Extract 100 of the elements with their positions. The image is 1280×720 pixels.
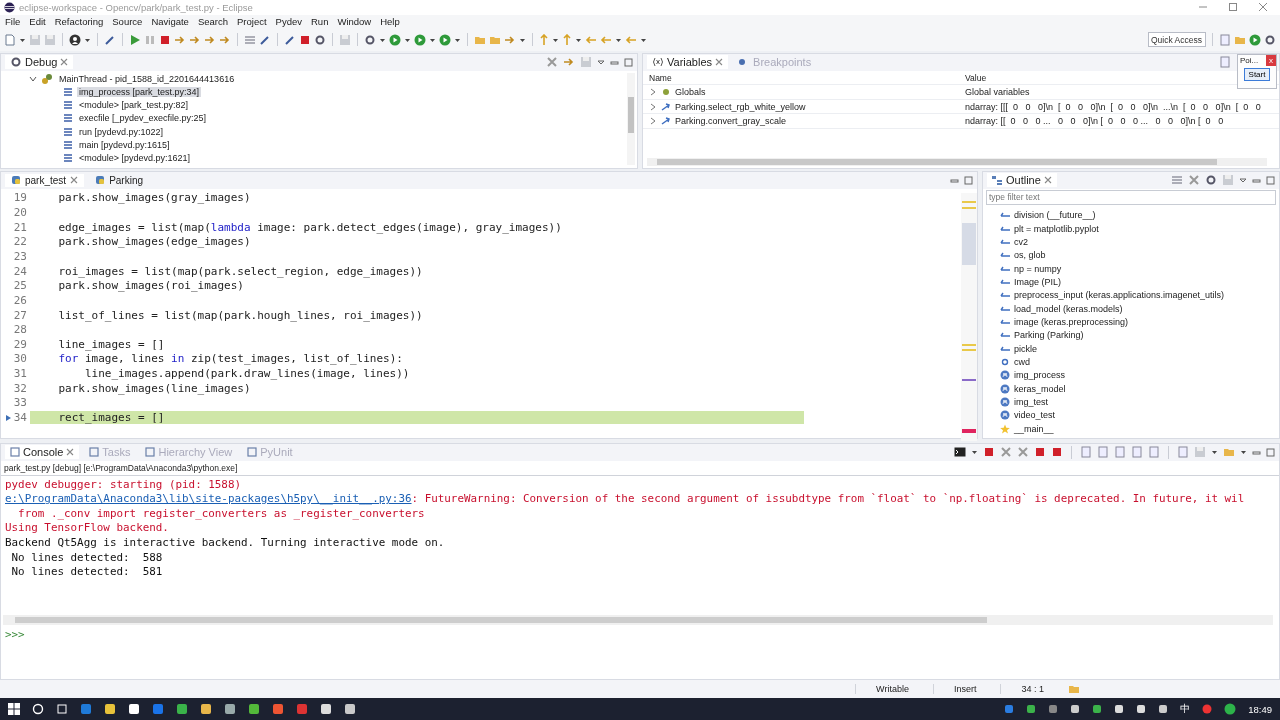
filter-field[interactable]: type filter text bbox=[986, 189, 1276, 205]
outline-item[interactable]: plt = matplotlib.pyplot bbox=[1014, 223, 1099, 234]
app-icon[interactable] bbox=[104, 703, 116, 715]
close-icon[interactable] bbox=[715, 58, 724, 67]
stack-frame[interactable]: <module> [pydevd.py:1621] bbox=[77, 153, 193, 164]
tray-icon[interactable] bbox=[1026, 704, 1037, 714]
play-icon[interactable] bbox=[1249, 33, 1261, 46]
arrow-icon[interactable] bbox=[174, 33, 186, 46]
expand-caret-icon[interactable] bbox=[29, 74, 37, 83]
cross-icon[interactable] bbox=[546, 56, 558, 69]
arrow-icon[interactable] bbox=[204, 33, 216, 46]
variable-name[interactable]: Globals bbox=[675, 87, 706, 98]
view-tab[interactable]: Variables bbox=[647, 55, 729, 70]
tray-icon[interactable] bbox=[1092, 704, 1103, 714]
document-icon[interactable] bbox=[1177, 446, 1189, 459]
scrollbar[interactable] bbox=[627, 72, 635, 165]
close-button[interactable]: x bbox=[1266, 54, 1276, 66]
app-icon[interactable] bbox=[128, 703, 140, 715]
editor-tab[interactable]: park_test bbox=[5, 173, 85, 187]
app-icon[interactable] bbox=[320, 703, 332, 715]
outline-item[interactable]: pickle bbox=[1014, 343, 1037, 354]
stop-icon[interactable] bbox=[159, 33, 171, 46]
stack-frame[interactable]: <module> [park_test.py:82] bbox=[77, 100, 191, 111]
maximize-icon[interactable] bbox=[1266, 175, 1275, 185]
menu-item[interactable]: Edit bbox=[29, 16, 46, 28]
menu-item[interactable]: Source bbox=[112, 16, 143, 28]
tray-icon[interactable] bbox=[1158, 704, 1169, 714]
document-icon[interactable] bbox=[1131, 446, 1143, 459]
app-icon[interactable] bbox=[176, 703, 188, 715]
outline-item[interactable]: keras_model bbox=[1014, 383, 1066, 394]
stop-icon[interactable] bbox=[1034, 446, 1046, 459]
cross-icon[interactable] bbox=[1000, 446, 1012, 459]
stop-icon[interactable] bbox=[983, 446, 995, 459]
tray-icon[interactable] bbox=[1070, 704, 1081, 714]
document-icon[interactable] bbox=[1097, 446, 1109, 459]
search-icon[interactable] bbox=[32, 703, 44, 715]
column-header[interactable]: Value bbox=[959, 72, 987, 83]
input-method-indicator[interactable]: 中 bbox=[1180, 702, 1191, 716]
maximize-icon[interactable] bbox=[1266, 447, 1275, 457]
outline-item[interactable]: Parking (Parking) bbox=[1014, 330, 1084, 341]
document-icon[interactable] bbox=[1219, 33, 1231, 46]
maximize-icon[interactable] bbox=[1228, 2, 1238, 13]
maximize-icon[interactable] bbox=[624, 57, 633, 67]
outline-item[interactable]: __main__ bbox=[1014, 423, 1054, 434]
outline-item[interactable]: cv2 bbox=[1014, 237, 1028, 247]
tray-icon[interactable] bbox=[1114, 704, 1125, 714]
view-tab[interactable]: Debug bbox=[5, 55, 74, 70]
play-icon[interactable] bbox=[389, 33, 401, 46]
stack-frame[interactable]: run [pydevd.py:1022] bbox=[77, 126, 166, 137]
maximize-icon[interactable] bbox=[964, 175, 973, 185]
outline-item[interactable]: cwd bbox=[1014, 357, 1030, 368]
document-icon[interactable] bbox=[1114, 446, 1126, 459]
close-icon[interactable] bbox=[70, 176, 79, 185]
menu-item[interactable]: Refactoring bbox=[54, 16, 104, 28]
outline-item[interactable]: image (keras.preprocessing) bbox=[1014, 317, 1129, 328]
stop-icon[interactable] bbox=[299, 33, 311, 46]
close-icon[interactable] bbox=[1258, 2, 1268, 13]
app-icon[interactable] bbox=[200, 703, 212, 715]
outline-item[interactable]: np = numpy bbox=[1014, 263, 1062, 274]
menu-item[interactable]: Window bbox=[337, 16, 372, 28]
app-icon[interactable] bbox=[344, 703, 356, 715]
menu-item[interactable]: File bbox=[5, 16, 21, 28]
outline-item[interactable]: img_process bbox=[1014, 370, 1066, 381]
clock[interactable]: 18:49 bbox=[1248, 703, 1272, 715]
outline-item[interactable]: os, glob bbox=[1014, 250, 1046, 261]
view-menu-icon[interactable] bbox=[1239, 175, 1247, 185]
view-tab[interactable]: Console bbox=[5, 445, 80, 460]
outline-item[interactable]: Image (PIL) bbox=[1014, 277, 1062, 287]
outline-item[interactable]: division (__future__) bbox=[1014, 210, 1096, 221]
terminal-icon[interactable] bbox=[954, 446, 966, 459]
stack-frame[interactable]: main [pydevd.py:1615] bbox=[77, 140, 172, 150]
menu-item[interactable]: Pydev bbox=[275, 16, 302, 28]
menu-item[interactable]: Run bbox=[311, 16, 329, 28]
cross-icon[interactable] bbox=[1017, 446, 1029, 459]
variable-name[interactable]: Parking.convert_gray_scale bbox=[675, 116, 787, 127]
quick-access-field[interactable]: Quick Access bbox=[1148, 32, 1206, 48]
play-icon[interactable] bbox=[129, 33, 141, 46]
view-tab[interactable]: Outline bbox=[987, 173, 1057, 188]
close-icon[interactable] bbox=[66, 448, 75, 457]
arrow-icon[interactable] bbox=[189, 33, 201, 46]
menu-item[interactable]: Project bbox=[237, 16, 267, 28]
close-icon[interactable] bbox=[1043, 176, 1052, 185]
outline-item[interactable]: img_test bbox=[1014, 397, 1048, 408]
menu-item[interactable]: Navigate bbox=[151, 16, 189, 28]
arrow-icon[interactable] bbox=[219, 33, 231, 46]
menu-item[interactable]: Help bbox=[380, 16, 400, 28]
lines-icon[interactable] bbox=[1171, 174, 1183, 187]
tray-icon[interactable] bbox=[1224, 703, 1237, 715]
scrollbar[interactable] bbox=[3, 614, 1273, 625]
stack-frame[interactable]: execfile [_pydev_execfile.py:25] bbox=[77, 113, 209, 124]
play-icon[interactable] bbox=[414, 33, 426, 46]
outline-item[interactable]: load_model (keras.models) bbox=[1014, 303, 1123, 314]
menu-item[interactable]: Search bbox=[197, 16, 228, 28]
thread-label[interactable]: MainThread - pid_1588_id_2201644413616 bbox=[57, 73, 237, 84]
start-button[interactable]: Start bbox=[1243, 67, 1271, 81]
console-prompt[interactable]: >>> bbox=[5, 627, 25, 641]
close-icon[interactable] bbox=[60, 58, 69, 67]
app-icon[interactable] bbox=[248, 703, 260, 715]
scrollbar[interactable] bbox=[647, 157, 1267, 166]
stop-icon[interactable] bbox=[1051, 446, 1063, 459]
